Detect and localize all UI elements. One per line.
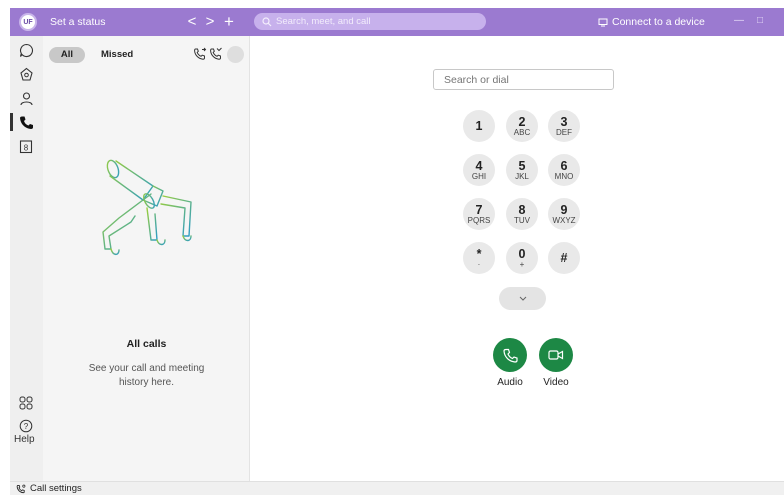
back-button[interactable]: < (184, 12, 200, 32)
call-log-icon[interactable] (193, 47, 207, 61)
calendar-icon[interactable]: 8 (17, 137, 35, 155)
search-or-dial-input[interactable] (433, 69, 614, 90)
set-status-button[interactable]: Set a status (50, 16, 105, 28)
audio-call-button[interactable] (493, 338, 527, 372)
minimize-icon[interactable]: — (734, 15, 744, 26)
audio-label: Audio (497, 377, 523, 388)
connect-device-button[interactable]: Connect to a device (598, 16, 705, 28)
dial-key-4[interactable]: 4 GHI (463, 154, 495, 186)
forward-button[interactable]: > (202, 12, 218, 32)
chevron-down-icon (519, 296, 526, 301)
empty-state-line1: See your call and meeting (88, 363, 205, 374)
new-button[interactable]: + (221, 12, 237, 32)
tab-all[interactable]: All (49, 47, 85, 63)
call-settings-icon (16, 484, 26, 493)
help-icon[interactable]: ? (17, 417, 35, 435)
webex-window: UF Set a status < > + Search, meet, and … (10, 8, 784, 495)
tab-missed[interactable]: Missed (101, 49, 133, 60)
search-placeholder: Search, meet, and call (276, 16, 371, 27)
missed-call-icon[interactable] (209, 47, 223, 61)
navigation-rail: 8 ? Help (10, 36, 43, 481)
empty-state-line2: history here. (118, 377, 175, 388)
dial-key-2[interactable]: 2 ABC (506, 110, 538, 142)
filter-circle-button[interactable] (227, 46, 244, 63)
apps-icon[interactable] (17, 394, 35, 412)
empty-state-description: See your call and meeting history here. (43, 362, 250, 390)
svg-text:?: ? (24, 422, 29, 431)
dial-key-star[interactable]: * · (463, 242, 495, 274)
dial-key-9[interactable]: 9 WXYZ (548, 198, 580, 230)
dial-key-0[interactable]: 0 + (506, 242, 538, 274)
dial-key-3[interactable]: 3 DEF (548, 110, 580, 142)
title-bar: UF Set a status < > + Search, meet, and … (10, 8, 784, 36)
teams-icon[interactable] (17, 65, 35, 83)
video-label: Video (543, 377, 569, 388)
empty-state-title: All calls (126, 338, 167, 350)
person-icon[interactable] (17, 89, 35, 107)
svg-text:8: 8 (24, 143, 29, 152)
device-icon (598, 18, 608, 26)
call-settings-label: Call settings (30, 483, 82, 494)
dial-key-1[interactable]: 1 (463, 110, 495, 142)
maximize-icon[interactable]: □ (757, 15, 763, 26)
connect-label: Connect to a device (612, 16, 705, 28)
dial-key-hash[interactable]: # (548, 242, 580, 274)
calls-panel: All Missed All calls See your call and m… (43, 36, 250, 481)
dial-key-6[interactable]: 6 MNO (548, 154, 580, 186)
dialpad-area: 1 2ABC 3DEF 4GHI 5JKL 6MNO 7PQRS 8TUV 9W… (250, 36, 784, 481)
phone-icon (502, 348, 518, 363)
messaging-icon[interactable] (17, 41, 35, 59)
video-call-button[interactable] (539, 338, 573, 372)
empty-calls-illustration (102, 159, 192, 256)
dial-key-8[interactable]: 8 TUV (506, 198, 538, 230)
dial-key-5[interactable]: 5 JKL (506, 154, 538, 186)
phone-icon[interactable] (10, 113, 35, 131)
call-options-dropdown[interactable] (499, 287, 546, 310)
video-icon (548, 350, 564, 360)
search-icon (262, 16, 272, 26)
call-settings-bar[interactable]: Call settings (10, 481, 784, 495)
help-label[interactable]: Help (14, 434, 35, 445)
avatar[interactable]: UF (19, 13, 37, 31)
search-input[interactable]: Search, meet, and call (254, 13, 486, 30)
dial-key-7[interactable]: 7 PQRS (463, 198, 495, 230)
